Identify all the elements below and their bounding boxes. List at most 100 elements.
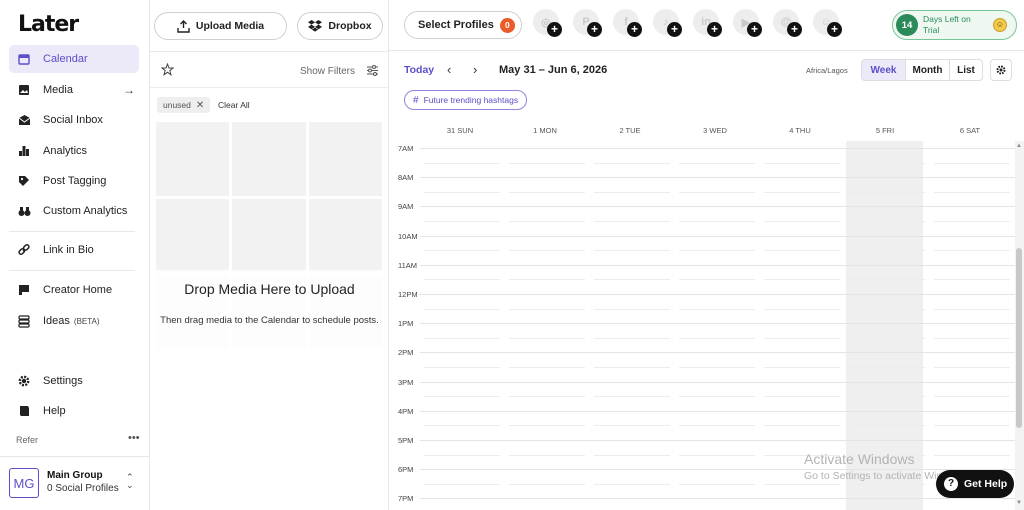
binoculars-icon: [17, 204, 31, 218]
half-hour-line: [849, 337, 925, 339]
sidebar-item-social-inbox[interactable]: Social Inbox: [9, 106, 139, 134]
sidebar-item-help[interactable]: Help: [9, 397, 139, 425]
chip-label: unused: [163, 100, 191, 110]
media-placeholder-tile: [232, 122, 306, 196]
group-profiles-count: 0 Social Profiles: [47, 483, 119, 494]
half-hour-line: [424, 279, 500, 281]
scrollbar-thumb[interactable]: [1016, 248, 1022, 428]
add-icon[interactable]: +: [667, 22, 682, 37]
divider: [150, 87, 389, 88]
chevron-right-icon[interactable]: ›: [473, 62, 477, 77]
half-hour-line: [934, 221, 1010, 222]
facebook-icon[interactable]: f +: [613, 9, 642, 37]
ideas-icon: [17, 314, 31, 328]
half-hour-line: [679, 162, 755, 164]
half-hour-line: [509, 483, 585, 485]
calendar-settings-button[interactable]: [990, 59, 1012, 81]
view-month-button[interactable]: Month: [905, 60, 949, 80]
view-list-button[interactable]: List: [949, 60, 982, 80]
link-icon: [17, 243, 31, 257]
scroll-down-icon[interactable]: ▼: [1016, 500, 1022, 506]
half-hour-line: [849, 396, 925, 398]
sidebar-item-label: Creator Home: [43, 284, 113, 296]
half-hour-line: [934, 367, 1010, 368]
group-name: Main Group: [47, 470, 103, 481]
ideas-label: Ideas: [43, 315, 70, 327]
get-help-button[interactable]: ? Get Help: [936, 470, 1014, 498]
future-trending-hashtags-button[interactable]: # Future trending hashtags: [404, 90, 528, 110]
add-icon[interactable]: +: [587, 22, 602, 37]
date-range-title: May 31 – Jun 6, 2026: [499, 64, 608, 76]
avatar: MG: [9, 468, 39, 498]
time-label: 4PM: [398, 406, 414, 416]
threads-icon[interactable]: @ +: [773, 9, 802, 37]
star-icon[interactable]: [160, 62, 175, 81]
group-switcher[interactable]: MG Main Group 0 Social Profiles ⌃ ⌄: [0, 456, 150, 510]
snapchat-icon[interactable]: ☺ +: [813, 9, 842, 37]
half-hour-line: [509, 162, 585, 164]
sidebar-item-analytics[interactable]: Analytics: [9, 137, 139, 165]
linkedin-icon[interactable]: in +: [693, 9, 722, 37]
sidebar-item-label: Social Inbox: [43, 114, 103, 126]
today-button[interactable]: Today: [404, 64, 434, 76]
sidebar-item-ideas[interactable]: Ideas (BETA): [9, 307, 139, 335]
later-logo[interactable]: Later: [18, 12, 79, 37]
half-hour-line: [594, 250, 670, 252]
dropbox-button[interactable]: Dropbox: [297, 12, 383, 40]
instagram-icon[interactable]: ◎ +: [533, 9, 562, 37]
filter-chip-unused[interactable]: unused ✕: [157, 97, 211, 113]
more-options-icon[interactable]: •••: [128, 432, 140, 444]
tiktok-icon[interactable]: ♪ +: [653, 9, 682, 37]
trial-badge[interactable]: 14 Days Left on Trial ☺: [892, 10, 1017, 40]
hour-line: [420, 381, 1015, 383]
add-icon[interactable]: +: [547, 22, 562, 37]
time-label: 11AM: [398, 260, 418, 270]
add-icon[interactable]: +: [827, 22, 842, 37]
add-icon[interactable]: +: [747, 22, 762, 37]
half-hour-line: [764, 337, 840, 339]
media-placeholder-tile: [308, 198, 382, 273]
week-grid[interactable]: 7AM 8AM 9AM 10AM 11AM 12PM 1PM 2PM 3PM 4PM 5PM 6PM 7…: [389, 141, 1015, 510]
half-hour-line: [849, 308, 925, 310]
chevron-left-icon[interactable]: ‹: [447, 62, 451, 77]
youtube-icon[interactable]: ▶ +: [733, 9, 762, 37]
half-hour-line: [849, 221, 925, 222]
media-placeholder-tile: [156, 122, 230, 196]
day-header: 3 WED: [703, 126, 727, 135]
half-hour-line: [594, 425, 670, 427]
inbox-icon: [17, 113, 31, 127]
half-hour-line: [509, 425, 585, 427]
sliders-icon[interactable]: [366, 64, 379, 82]
view-week-button[interactable]: Week: [862, 60, 905, 80]
clear-all-button[interactable]: Clear All: [218, 100, 250, 110]
time-label: 9AM: [398, 202, 414, 212]
add-icon[interactable]: +: [707, 22, 722, 37]
pinterest-icon[interactable]: P +: [573, 9, 602, 37]
media-placeholder-tile: [232, 198, 306, 273]
image-icon: [17, 83, 31, 97]
show-filters-button[interactable]: Show Filters: [300, 66, 355, 77]
select-profiles-button[interactable]: Select Profiles 0: [404, 11, 522, 39]
add-icon[interactable]: +: [627, 22, 642, 37]
half-hour-line: [594, 367, 670, 368]
refer-label[interactable]: Refer: [16, 435, 38, 445]
add-icon[interactable]: +: [787, 22, 802, 37]
sidebar-item-media[interactable]: Media →: [9, 76, 139, 104]
sidebar-item-link-in-bio[interactable]: Link in Bio: [9, 236, 139, 264]
time-label: 1PM: [398, 319, 414, 329]
timezone-label[interactable]: Africa/Lagos: [806, 66, 848, 75]
sidebar-item-creator-home[interactable]: Creator Home: [9, 276, 139, 304]
sidebar-item-calendar[interactable]: Calendar: [9, 45, 139, 73]
half-hour-line: [934, 279, 1010, 281]
scroll-up-icon[interactable]: ▲: [1016, 143, 1022, 149]
half-hour-line: [934, 191, 1010, 193]
half-hour-line: [424, 396, 500, 398]
close-icon[interactable]: ✕: [196, 100, 204, 111]
sidebar-item-post-tagging[interactable]: Post Tagging: [9, 167, 139, 195]
upload-media-button[interactable]: Upload Media: [154, 12, 287, 40]
half-hour-line: [934, 308, 1010, 310]
sidebar-item-settings[interactable]: Settings: [9, 367, 139, 395]
half-hour-line: [764, 279, 840, 281]
bar-chart-icon: [17, 144, 31, 158]
sidebar-item-custom-analytics[interactable]: Custom Analytics: [9, 197, 139, 225]
